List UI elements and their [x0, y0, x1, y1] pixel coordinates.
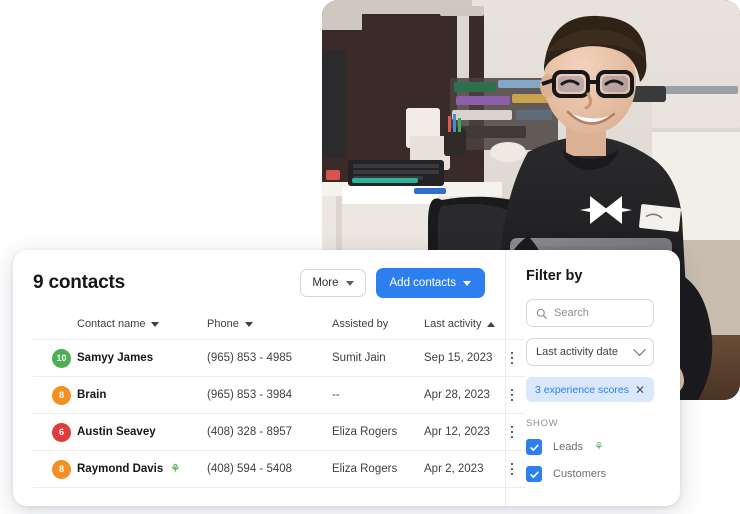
- cell-score: 8: [33, 450, 77, 488]
- column-contact-name-label: Contact name: [77, 318, 146, 330]
- experience-score-badge: 8: [52, 459, 71, 479]
- table-body: 10 Samyy James (965) 853 - 4985 Sumit Jain S…: [33, 339, 525, 488]
- experience-score-badge: 10: [52, 348, 71, 368]
- table-header-row: Contact name Phone Assisted by Last acti…: [33, 318, 525, 340]
- add-contacts-button[interactable]: Add contacts: [375, 268, 485, 298]
- cell-last-activity: Apr 28, 2023: [424, 376, 499, 414]
- experience-score-badge: 6: [52, 422, 71, 442]
- table-row[interactable]: 8 Raymond Davis ⚘ (408) 594 - 5408 Eliza Rog…: [33, 450, 525, 488]
- last-activity-date-value: Last activity date: [536, 346, 618, 358]
- add-contacts-label: Add contacts: [389, 277, 456, 289]
- experience-score-badge: 8: [52, 385, 71, 405]
- contacts-table: Contact name Phone Assisted by Last acti…: [33, 318, 525, 488]
- cell-phone: (965) 853 - 4985: [207, 339, 332, 377]
- header-actions: More Add contacts: [300, 268, 485, 298]
- table-row[interactable]: 6 Austin Seavey (408) 328 - 8957 Eliza Roge…: [33, 413, 525, 451]
- checkbox-checked-icon[interactable]: [526, 439, 542, 455]
- experience-scores-chip-label: 3 experience scores: [535, 383, 629, 396]
- contacts-panel: 9 contacts More Add contacts Contact nam…: [13, 250, 525, 506]
- filter-checkbox-customers[interactable]: Customers: [526, 466, 662, 482]
- sort-descending-icon: [151, 321, 160, 327]
- cell-last-activity: Apr 2, 2023: [424, 450, 499, 488]
- search-input-placeholder: Search: [554, 307, 589, 319]
- filter-checkbox-list: Leads ⚘ Customers: [526, 439, 662, 482]
- column-contact-name[interactable]: Contact name: [77, 318, 207, 340]
- flame-icon: ⚘: [593, 440, 604, 453]
- filter-panel-title: Filter by: [526, 268, 583, 284]
- chevron-down-icon: [345, 280, 354, 286]
- close-icon[interactable]: ✕: [635, 384, 645, 396]
- flame-icon: ⚘: [170, 462, 181, 475]
- cell-phone: (408) 328 - 8957: [207, 413, 332, 451]
- cell-phone: (965) 853 - 3984: [207, 376, 332, 414]
- cell-last-activity: Apr 12, 2023: [424, 413, 499, 451]
- experience-scores-chip[interactable]: 3 experience scores ✕: [526, 377, 654, 402]
- contact-name-label: Raymond Davis ⚘: [77, 462, 181, 475]
- cell-contact-name: Austin Seavey: [77, 413, 207, 451]
- filter-checkbox-label: Leads: [553, 441, 583, 453]
- column-assisted-by[interactable]: Assisted by: [332, 318, 424, 340]
- last-activity-date-select[interactable]: Last activity date: [526, 338, 654, 366]
- contact-name-label: Samyy James: [77, 352, 154, 364]
- contact-name-label: Brain: [77, 389, 107, 401]
- column-phone-label: Phone: [207, 318, 239, 330]
- cell-contact-name: Raymond Davis ⚘: [77, 450, 207, 488]
- cell-assisted-by: Eliza Rogers: [332, 450, 424, 488]
- table-row[interactable]: 10 Samyy James (965) 853 - 4985 Sumit Jain S…: [33, 339, 525, 377]
- column-phone[interactable]: Phone: [207, 318, 332, 340]
- cell-phone: (408) 594 - 5408: [207, 450, 332, 488]
- table-header: Contact name Phone Assisted by Last acti…: [33, 318, 525, 340]
- contacts-card: 9 contacts More Add contacts Contact nam…: [13, 250, 680, 506]
- filter-panel: Filter by Search Last activity date 3 ex…: [506, 250, 680, 506]
- column-last-activity[interactable]: Last activity: [424, 318, 499, 340]
- table-row[interactable]: 8 Brain (965) 853 - 3984 -- Apr 28, 2023: [33, 376, 525, 414]
- cell-score: 6: [33, 413, 77, 451]
- more-button[interactable]: More: [300, 269, 366, 297]
- cell-score: 10: [33, 339, 77, 377]
- more-button-label: More: [312, 277, 339, 289]
- contacts-table-wrapper: Contact name Phone Assisted by Last acti…: [13, 318, 525, 488]
- cell-contact-name: Samyy James: [77, 339, 207, 377]
- chevron-down-icon: [463, 280, 471, 286]
- cell-last-activity: Sep 15, 2023: [424, 339, 499, 377]
- checkbox-checked-icon[interactable]: [526, 466, 542, 482]
- filter-checkbox-leads[interactable]: Leads ⚘: [526, 439, 662, 455]
- cell-contact-name: Brain: [77, 376, 207, 414]
- page-title: 9 contacts: [33, 272, 125, 293]
- cell-assisted-by: Sumit Jain: [332, 339, 424, 377]
- search-input[interactable]: Search: [526, 299, 654, 327]
- filter-checkbox-label: Customers: [553, 468, 607, 480]
- cell-assisted-by: Eliza Rogers: [332, 413, 424, 451]
- show-section-label: SHOW: [526, 418, 559, 429]
- cell-score: 8: [33, 376, 77, 414]
- sort-descending-icon: [244, 321, 253, 327]
- column-assisted-by-label: Assisted by: [332, 318, 389, 330]
- search-icon: [536, 308, 547, 319]
- sort-ascending-icon: [487, 321, 496, 327]
- contact-name-label: Austin Seavey: [77, 426, 156, 438]
- cell-assisted-by: --: [332, 376, 424, 414]
- column-score: [33, 318, 77, 340]
- column-last-activity-label: Last activity: [424, 318, 482, 330]
- chevron-down-icon: [633, 342, 646, 356]
- contacts-header: 9 contacts More Add contacts: [13, 250, 505, 298]
